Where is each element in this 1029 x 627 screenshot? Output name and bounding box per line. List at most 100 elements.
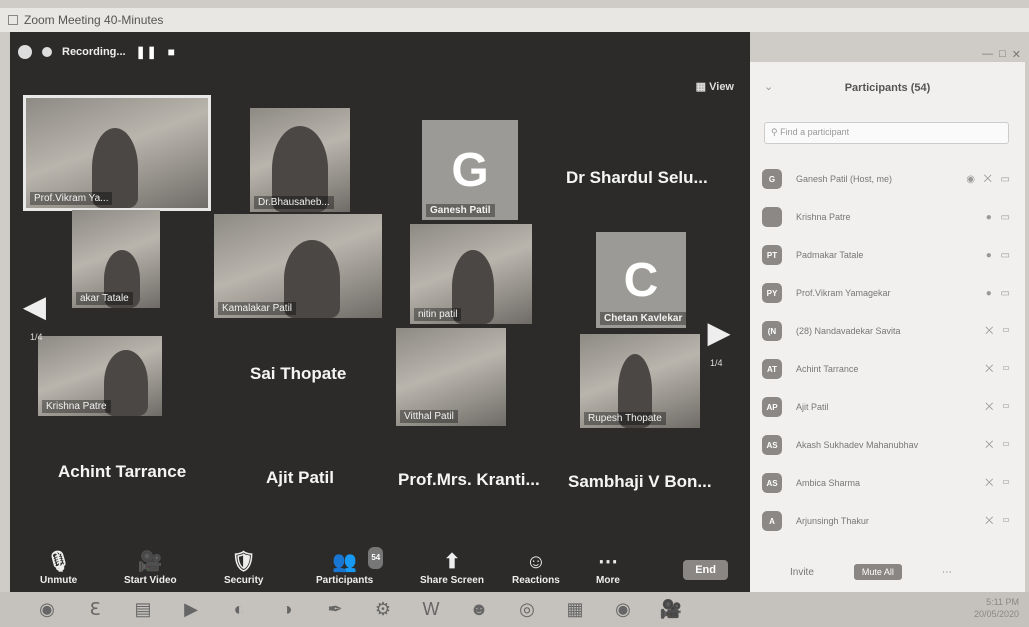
participant-name: Akash Sukhadev Mahanubhav xyxy=(796,440,919,450)
browser-icon[interactable]: ◐ xyxy=(224,597,254,623)
video-tile[interactable]: Kamalakar Patil xyxy=(214,214,382,318)
avatar-letter: C xyxy=(623,253,659,307)
tile-name: Rupesh Thopate xyxy=(584,412,666,425)
mic-video-icons: ⨉ ▭ xyxy=(985,401,1013,413)
participant-name: (28) Nandavadekar Savita xyxy=(796,326,901,336)
security-button[interactable]: 🛡 Security xyxy=(224,551,263,586)
participant-name-tile[interactable]: Achint Tarrance xyxy=(58,462,186,482)
mic-video-icons: ◉ ⨉ ▭ xyxy=(966,173,1013,185)
share-screen-icon: ⬆ xyxy=(443,551,461,573)
zoom-window: Zoom Meeting 40-Minutes — □ ✕ Recording.… xyxy=(0,0,1029,627)
video-tile[interactable]: akar Tatale xyxy=(72,210,160,308)
video-tile[interactable]: Prof.Vikram Ya... xyxy=(23,95,211,211)
participant-avatar xyxy=(762,207,782,227)
tile-name: Dr.Bhausaheb... xyxy=(254,196,334,209)
app-icon[interactable]: ◉ xyxy=(608,597,638,623)
avatar-tile[interactable]: C Chetan Kavlekar xyxy=(596,232,686,328)
participant-name: Arjunsingh Thakur xyxy=(796,516,869,526)
previous-page-arrow-icon[interactable]: ◀ xyxy=(24,290,46,323)
more-options-icon[interactable]: ⋯ xyxy=(942,567,952,578)
participant-name: Padmakar Tatale xyxy=(796,250,864,260)
avatar-tile[interactable]: G Ganesh Patil xyxy=(422,120,518,220)
panel-title: Participants (54) xyxy=(844,82,931,94)
person-silhouette xyxy=(104,350,148,416)
participant-row[interactable]: A Arjunsingh Thakur ⨉ ▭ xyxy=(762,502,1017,540)
participant-avatar: AP xyxy=(762,397,782,417)
participant-row[interactable]: AS Ambica Sharma ⨉ ▭ xyxy=(762,464,1017,502)
view-button[interactable]: ▦ View xyxy=(696,80,734,93)
start-video-button[interactable]: 🎥 Start Video xyxy=(124,551,177,586)
mute-all-button[interactable]: Mute All xyxy=(853,564,902,580)
browser-icon[interactable]: ◑ xyxy=(272,597,302,623)
mic-video-icons: ● ▭ xyxy=(985,287,1013,299)
participant-name-tile[interactable]: Sai Thopate xyxy=(250,364,346,384)
recording-label: Recording... xyxy=(62,46,126,58)
recording-icon xyxy=(42,47,52,57)
browser-icon[interactable]: ℇ xyxy=(80,597,110,623)
folder-icon[interactable]: ▤ xyxy=(128,597,158,623)
participant-name: Achint Tarrance xyxy=(796,364,859,374)
unmute-button[interactable]: 🎙 Unmute xyxy=(40,551,77,586)
video-tile[interactable]: Dr.Bhausaheb... xyxy=(250,108,350,212)
participant-avatar: AS xyxy=(762,435,782,455)
word-icon[interactable]: W xyxy=(416,597,446,623)
participant-row[interactable]: PY Prof.Vikram Yamagekar ● ▭ xyxy=(762,274,1017,312)
tile-name: Prof.Vikram Ya... xyxy=(30,192,113,205)
start-icon[interactable]: ◉ xyxy=(32,597,62,623)
media-player-icon[interactable]: ▶ xyxy=(176,597,206,623)
search-icon: ⚲ xyxy=(771,127,778,137)
zoom-icon[interactable]: 🎥 xyxy=(656,597,686,623)
participant-name-tile[interactable]: Dr Shardul Selu... xyxy=(566,168,708,188)
participant-name: Krishna Patre xyxy=(796,212,851,222)
shield-icon[interactable] xyxy=(18,45,32,59)
page-indicator-right: 1/4 xyxy=(710,358,723,368)
participant-name: Ambica Sharma xyxy=(796,478,861,488)
participant-row[interactable]: G Ganesh Patil (Host, me) ◉ ⨉ ▭ xyxy=(762,160,1017,198)
participant-name: Ajit Patil xyxy=(796,402,829,412)
video-tile[interactable]: nitin patil xyxy=(410,224,532,324)
tool-icon[interactable]: ⚙ xyxy=(368,597,398,623)
minimize-icon[interactable]: — xyxy=(982,48,993,61)
video-tile[interactable]: Krishna Patre xyxy=(38,336,162,416)
page-indicator-left: 1/4 xyxy=(30,332,43,342)
participants-count: 54 xyxy=(368,547,384,569)
next-page-arrow-icon[interactable]: ▶ xyxy=(708,316,730,349)
invite-button[interactable]: Invite xyxy=(790,567,814,578)
participant-name: Ganesh Patil (Host, me) xyxy=(796,174,893,184)
stop-recording-icon[interactable]: ■ xyxy=(168,45,176,59)
mic-video-icons: ⨉ ▭ xyxy=(985,325,1013,337)
tile-name: Kamalakar Patil xyxy=(218,302,297,315)
participant-name-tile[interactable]: Sambhaji V Bon... xyxy=(568,472,712,492)
participant-row[interactable]: PT Padmakar Tatale ● ▭ xyxy=(762,236,1017,274)
participant-row[interactable]: Krishna Patre ● ▭ xyxy=(762,198,1017,236)
person-icon[interactable]: ☻ xyxy=(464,597,494,623)
participant-avatar: PT xyxy=(762,245,782,265)
participant-row[interactable]: AS Akash Sukhadev Mahanubhav ⨉ ▭ xyxy=(762,426,1017,464)
more-button[interactable]: ⋯ More xyxy=(596,551,620,586)
meeting-topbar: Recording... ❚❚ ■ xyxy=(18,38,176,66)
participant-search-input[interactable]: ⚲ Find a participant xyxy=(764,122,1009,144)
participant-row[interactable]: AT Achint Tarrance ⨉ ▭ xyxy=(762,350,1017,388)
participants-button[interactable]: 👥 54 Participants xyxy=(316,547,384,586)
mic-video-icons: ● ▭ xyxy=(985,211,1013,223)
share-screen-button[interactable]: ⬆ Share Screen xyxy=(420,551,484,586)
participant-name-tile[interactable]: Ajit Patil xyxy=(266,468,334,488)
shield-icon: 🛡 xyxy=(231,551,257,573)
muted-mic-icon: 🎙 xyxy=(45,551,72,573)
participant-row[interactable]: AP Ajit Patil ⨉ ▭ xyxy=(762,388,1017,426)
close-icon[interactable]: ✕ xyxy=(1012,48,1021,61)
video-tile[interactable]: Vitthal Patil xyxy=(396,328,506,426)
participants-icon: 👥 54 xyxy=(332,547,384,573)
pause-recording-icon[interactable]: ❚❚ xyxy=(136,45,158,59)
paint-icon[interactable]: ✒ xyxy=(320,597,350,623)
reactions-button[interactable]: ☺ Reactions xyxy=(512,551,560,586)
participant-name-tile[interactable]: Prof.Mrs. Kranti... xyxy=(398,470,540,490)
reactions-icon: ☺ xyxy=(525,551,547,573)
maximize-icon[interactable]: □ xyxy=(999,48,1006,61)
app-icon[interactable]: ◎ xyxy=(512,597,542,623)
video-tile[interactable]: Rupesh Thopate xyxy=(580,334,700,428)
end-meeting-button[interactable]: End xyxy=(683,560,728,580)
participant-row[interactable]: (N (28) Nandavadekar Savita ⨉ ▭ xyxy=(762,312,1017,350)
calculator-icon[interactable]: ▦ xyxy=(560,597,590,623)
meeting-gallery: Recording... ❚❚ ■ ▦ View Prof.Vikram Ya.… xyxy=(10,32,750,592)
